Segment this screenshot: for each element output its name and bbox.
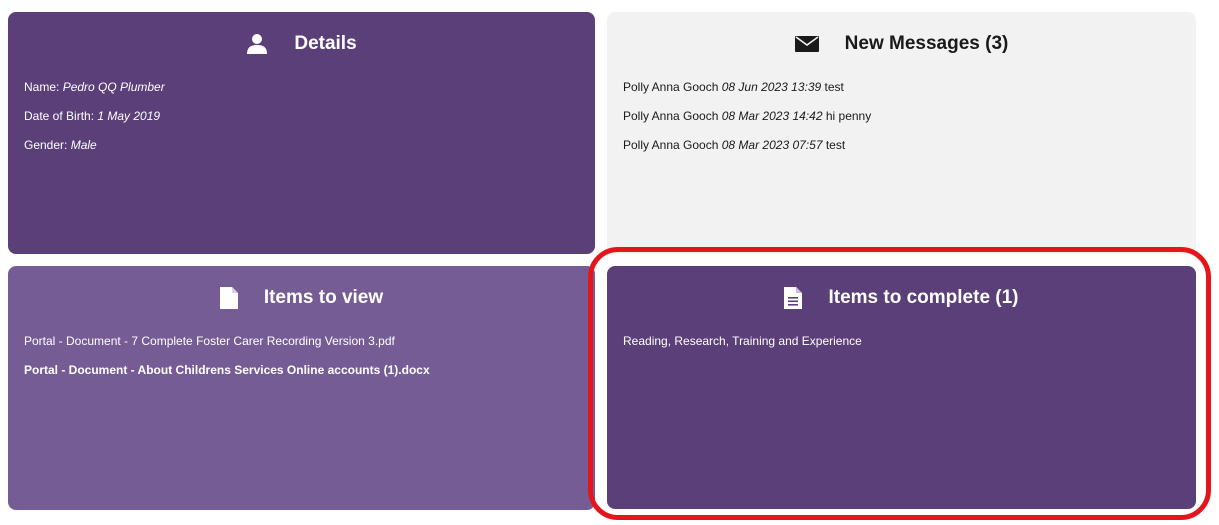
items-to-complete-title: Items to complete (1) [828, 287, 1019, 308]
items-to-view-card: Items to view Portal - Document - 7 Comp… [8, 266, 595, 510]
message-item[interactable]: Polly Anna Gooch 08 Mar 2023 14:42 hi pe… [623, 109, 1180, 124]
envelope-icon [794, 36, 819, 52]
details-header: Details [24, 30, 579, 58]
items-to-view-title: Items to view [263, 287, 384, 308]
detail-dob: Date of Birth: 1 May 2019 [24, 109, 579, 124]
user-icon [246, 33, 268, 55]
details-title: Details [294, 33, 357, 54]
details-card: Details Name: Pedro QQ Plumber Date of B… [8, 12, 595, 254]
message-date: 08 Mar 2023 14:42 [721, 109, 823, 123]
gender-value: Male [70, 138, 97, 152]
message-sender: Polly Anna Gooch [623, 109, 719, 123]
detail-name: Name: Pedro QQ Plumber [24, 80, 579, 95]
message-sender: Polly Anna Gooch [623, 80, 719, 94]
dob-label: Date of Birth: [24, 109, 95, 123]
messages-header: New Messages (3) [623, 30, 1180, 58]
name-label: Name: [24, 80, 60, 94]
message-item[interactable]: Polly Anna Gooch 08 Jun 2023 13:39 test [623, 80, 1180, 95]
message-date: 08 Jun 2023 13:39 [721, 80, 822, 94]
messages-title: New Messages (3) [844, 33, 1009, 54]
message-item[interactable]: Polly Anna Gooch 08 Mar 2023 07:57 test [623, 138, 1180, 153]
dob-value: 1 May 2019 [97, 109, 161, 123]
message-sender: Polly Anna Gooch [623, 138, 719, 152]
dashboard: Details Name: Pedro QQ Plumber Date of B… [0, 0, 1219, 525]
document-link[interactable]: Portal - Document - About Childrens Serv… [24, 363, 579, 378]
detail-gender: Gender: Male [24, 138, 579, 153]
items-to-view-header: Items to view [24, 284, 579, 312]
items-to-complete-header: Items to complete (1) [623, 284, 1180, 312]
document-icon [219, 287, 238, 309]
items-to-complete-card: Items to complete (1) Reading, Research,… [607, 266, 1196, 509]
document-link[interactable]: Portal - Document - 7 Complete Foster Ca… [24, 334, 579, 349]
message-text: test [824, 80, 844, 94]
name-value: Pedro QQ Plumber [62, 80, 165, 94]
gender-label: Gender: [24, 138, 68, 152]
message-text: hi penny [825, 109, 872, 123]
message-text: test [825, 138, 846, 152]
message-date: 08 Mar 2023 07:57 [721, 138, 823, 152]
messages-card: New Messages (3) Polly Anna Gooch 08 Jun… [607, 12, 1196, 254]
task-link[interactable]: Reading, Research, Training and Experien… [623, 334, 1180, 349]
document-text-icon [784, 287, 803, 309]
